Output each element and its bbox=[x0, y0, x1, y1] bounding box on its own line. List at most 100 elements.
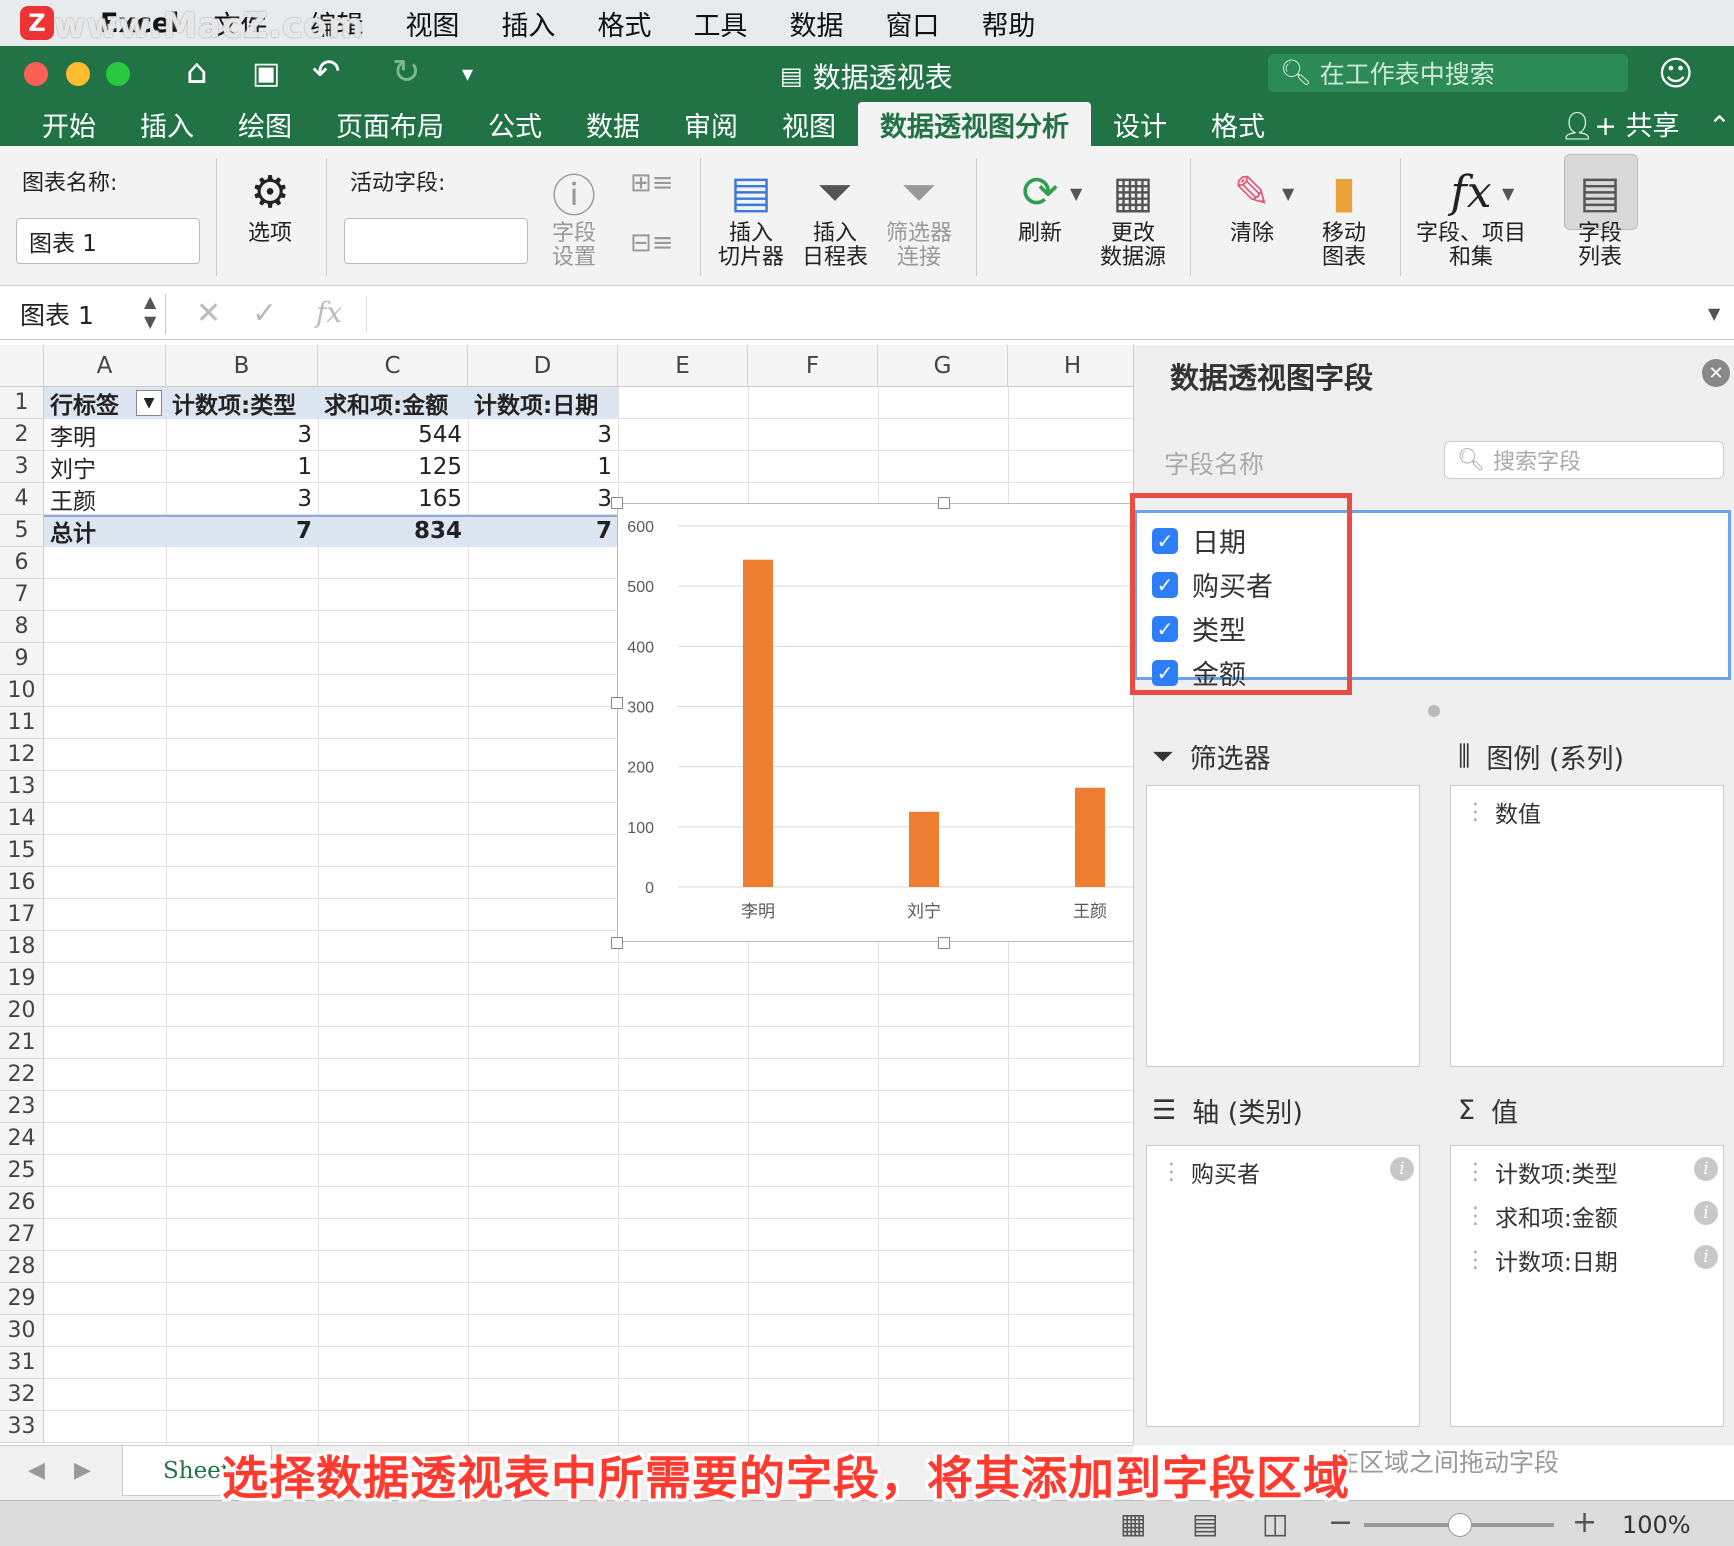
chart-bar[interactable] bbox=[909, 811, 939, 887]
smiley-feedback-icon[interactable]: ☺ bbox=[1658, 54, 1693, 94]
row-header[interactable]: 18 bbox=[0, 931, 44, 963]
pivot-cell[interactable]: 3 bbox=[166, 419, 318, 451]
redo-icon[interactable]: ↻ bbox=[392, 52, 421, 92]
row-header[interactable]: 15 bbox=[0, 835, 44, 867]
zoom-window-button[interactable] bbox=[106, 62, 130, 86]
row-header[interactable]: 24 bbox=[0, 1123, 44, 1155]
column-header[interactable]: A bbox=[44, 345, 166, 387]
column-header[interactable]: F bbox=[748, 345, 878, 387]
row-header[interactable]: 1 bbox=[0, 387, 44, 419]
pivot-cell[interactable]: 1 bbox=[468, 451, 618, 483]
pivot-cell[interactable]: 3 bbox=[468, 483, 618, 515]
values-item-sum-amount[interactable]: ⋮ 求和项:金额 bbox=[1464, 1199, 1618, 1233]
enter-checkmark-icon[interactable]: ✓ bbox=[252, 296, 277, 331]
expand-formula-icon[interactable]: ▼ bbox=[1708, 304, 1720, 323]
row-header[interactable]: 6 bbox=[0, 547, 44, 579]
name-box[interactable]: 图表 1 bbox=[10, 294, 166, 334]
resize-handle-icon[interactable] bbox=[1428, 705, 1440, 717]
pivot-chart[interactable]: 600 500 400 300 200 100 0 李明 刘宁 王颜 bbox=[611, 497, 1138, 949]
pivot-total-cell[interactable]: 总计 bbox=[44, 515, 166, 547]
row-header[interactable]: 10 bbox=[0, 675, 44, 707]
checkbox-checked-icon[interactable]: ✓ bbox=[1152, 659, 1178, 686]
row-header[interactable]: 12 bbox=[0, 739, 44, 771]
cancel-icon[interactable]: ✕ bbox=[196, 296, 221, 331]
next-sheet-icon[interactable]: ▶ bbox=[74, 1458, 91, 1483]
chart-bar[interactable] bbox=[743, 559, 773, 887]
row-header[interactable]: 21 bbox=[0, 1027, 44, 1059]
pivot-header-sum-amount[interactable]: 求和项:金额 bbox=[318, 387, 468, 419]
info-icon[interactable]: i bbox=[1694, 1245, 1718, 1269]
row-header[interactable]: 33 bbox=[0, 1411, 44, 1443]
page-layout-view-icon[interactable]: ▤ bbox=[1192, 1507, 1218, 1540]
row-header[interactable]: 17 bbox=[0, 899, 44, 931]
chart-resize-handle[interactable] bbox=[938, 497, 950, 509]
refresh-button[interactable]: ⟳ 刷新 bbox=[1010, 162, 1070, 246]
pivot-cell[interactable]: 165 bbox=[318, 483, 468, 515]
pivot-cell[interactable]: 544 bbox=[318, 419, 468, 451]
move-chart-button[interactable]: ▮ 移动 图表 bbox=[1314, 162, 1374, 270]
page-break-view-icon[interactable]: ◫ bbox=[1262, 1507, 1288, 1540]
info-icon[interactable]: i bbox=[1694, 1157, 1718, 1181]
values-item-count-type[interactable]: ⋮ 计数项:类型 bbox=[1464, 1155, 1618, 1189]
field-settings-button[interactable]: ⓘ 字段 设置 bbox=[544, 162, 604, 270]
field-type[interactable]: ✓ 类型 bbox=[1152, 609, 1246, 648]
axis-item-buyer[interactable]: ⋮ 购买者 bbox=[1160, 1155, 1260, 1189]
sheet-search-input[interactable]: 🔍︎ 在工作表中搜索 bbox=[1268, 54, 1628, 92]
row-header[interactable]: 5 bbox=[0, 515, 44, 547]
undo-icon[interactable]: ↶ bbox=[312, 52, 341, 92]
refresh-dropdown-icon[interactable]: ▼ bbox=[1070, 184, 1082, 203]
pivot-cell[interactable]: 李明 bbox=[44, 419, 166, 451]
pivot-cell[interactable]: 3 bbox=[166, 483, 318, 515]
pivot-cell[interactable]: 125 bbox=[318, 451, 468, 483]
pivot-total-cell[interactable]: 7 bbox=[468, 515, 618, 547]
tab-home[interactable]: 开始 bbox=[20, 102, 118, 146]
row-header[interactable]: 11 bbox=[0, 707, 44, 739]
field-amount[interactable]: ✓ 金额 bbox=[1152, 653, 1246, 692]
chart-resize-handle[interactable] bbox=[611, 497, 623, 509]
zoom-out-icon[interactable]: − bbox=[1328, 1505, 1353, 1540]
tab-formulas[interactable]: 公式 bbox=[466, 102, 564, 146]
filters-drop-area[interactable] bbox=[1146, 785, 1420, 1067]
row-header[interactable]: 27 bbox=[0, 1219, 44, 1251]
field-buyer[interactable]: ✓ 购买者 bbox=[1152, 565, 1273, 604]
pivot-header-count-date[interactable]: 计数项:日期 bbox=[468, 387, 618, 419]
pivot-total-cell[interactable]: 7 bbox=[166, 515, 318, 547]
checkbox-checked-icon[interactable]: ✓ bbox=[1152, 527, 1178, 554]
minimize-window-button[interactable] bbox=[66, 62, 90, 86]
tab-insert[interactable]: 插入 bbox=[118, 102, 216, 146]
tab-draw[interactable]: 绘图 bbox=[216, 102, 314, 146]
row-header[interactable]: 23 bbox=[0, 1091, 44, 1123]
menu-tools[interactable]: 工具 bbox=[693, 4, 747, 43]
zoom-in-icon[interactable]: + bbox=[1572, 1505, 1597, 1540]
column-header[interactable]: D bbox=[468, 345, 618, 387]
share-button[interactable]: 👤︎+ 共享 ⌃ bbox=[1560, 104, 1731, 143]
checkbox-checked-icon[interactable]: ✓ bbox=[1152, 571, 1178, 598]
row-header[interactable]: 2 bbox=[0, 419, 44, 451]
row-header[interactable]: 25 bbox=[0, 1155, 44, 1187]
clear-dropdown-icon[interactable]: ▼ bbox=[1282, 184, 1294, 203]
collapse-ribbon-icon[interactable]: ⌃ bbox=[1708, 111, 1731, 142]
chart-bar[interactable] bbox=[1075, 787, 1105, 887]
row-header[interactable]: 9 bbox=[0, 643, 44, 675]
row-header[interactable]: 22 bbox=[0, 1059, 44, 1091]
prev-sheet-icon[interactable]: ◀ bbox=[28, 1458, 45, 1483]
row-label-filter-dropdown-icon[interactable]: ▼ bbox=[136, 390, 162, 416]
row-header[interactable]: 26 bbox=[0, 1187, 44, 1219]
close-window-button[interactable] bbox=[24, 62, 48, 86]
pivot-cell[interactable]: 3 bbox=[468, 419, 618, 451]
name-box-stepper-icon[interactable]: ▲ ▼ bbox=[144, 292, 156, 332]
menu-help[interactable]: 帮助 bbox=[981, 4, 1035, 43]
tab-data[interactable]: 数据 bbox=[564, 102, 662, 146]
row-header[interactable]: 13 bbox=[0, 771, 44, 803]
row-header[interactable]: 29 bbox=[0, 1283, 44, 1315]
row-header[interactable]: 16 bbox=[0, 867, 44, 899]
home-icon[interactable]: ⌂ bbox=[186, 52, 208, 92]
pivot-cell[interactable]: 王颜 bbox=[44, 483, 166, 515]
row-header[interactable]: 8 bbox=[0, 611, 44, 643]
pivot-total-cell[interactable]: 834 bbox=[318, 515, 468, 547]
tab-review[interactable]: 审阅 bbox=[662, 102, 760, 146]
active-field-input[interactable] bbox=[344, 218, 528, 264]
row-header[interactable]: 4 bbox=[0, 483, 44, 515]
tab-view[interactable]: 视图 bbox=[760, 102, 858, 146]
clear-button[interactable]: ✎ 清除 bbox=[1222, 162, 1282, 246]
